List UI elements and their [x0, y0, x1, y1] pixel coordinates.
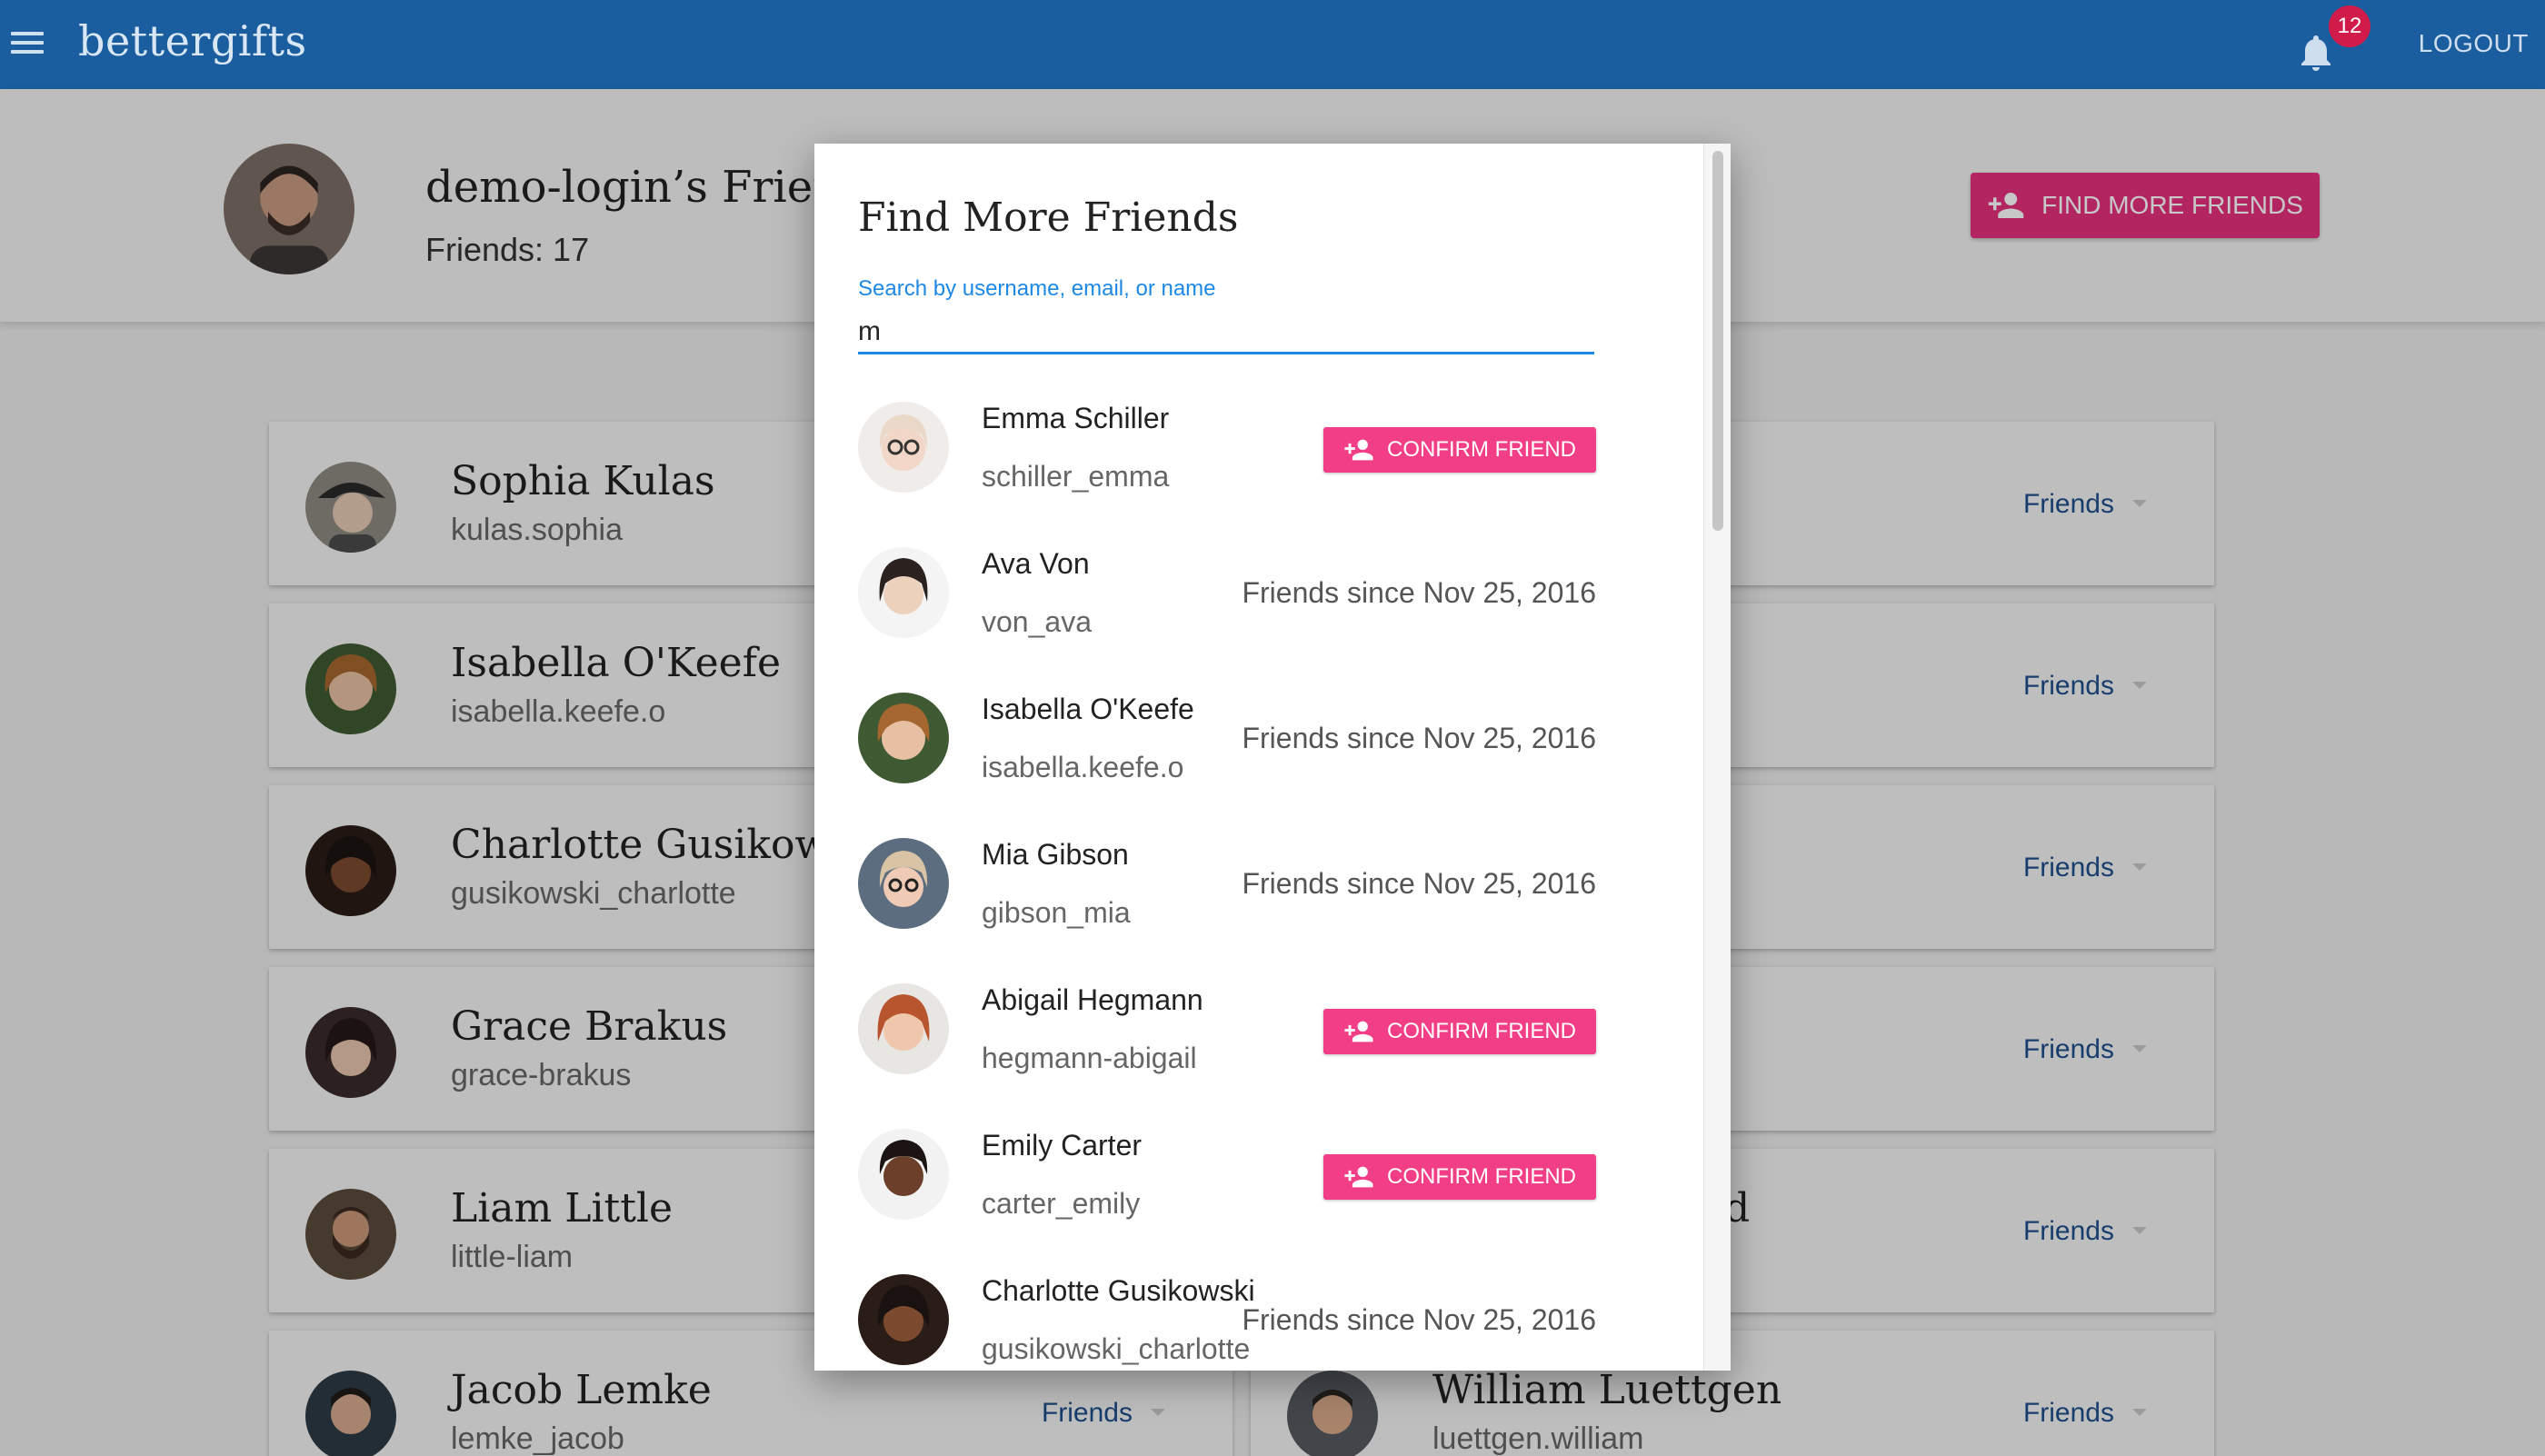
result-name: Abigail Hegmann [982, 983, 1203, 1016]
confirm-friend-button[interactable]: CONFIRM FRIEND [1323, 1154, 1596, 1200]
search-result-row[interactable]: Abigail Hegmann hegmann-abigail CONFIRM … [858, 983, 1596, 1129]
hamburger-menu-icon[interactable] [9, 27, 45, 60]
avatar [858, 983, 949, 1074]
confirm-friend-label: CONFIRM FRIEND [1387, 437, 1576, 462]
scrollbar-thumb[interactable] [1712, 151, 1723, 531]
confirm-friend-button[interactable]: CONFIRM FRIEND [1323, 427, 1596, 473]
friends-since-text: Friends since Nov 25, 2016 [1242, 867, 1596, 900]
result-name: Charlotte Gusikowski [982, 1274, 1255, 1307]
result-username: gibson_mia [982, 896, 1131, 929]
avatar [858, 547, 949, 638]
result-username: von_ava [982, 605, 1092, 638]
search-result-row[interactable]: Mia Gibson gibson_mia Friends since Nov … [858, 838, 1596, 983]
result-name: Ava Von [982, 547, 1090, 580]
avatar [858, 1129, 949, 1220]
result-username: schiller_emma [982, 460, 1170, 493]
search-result-row[interactable]: Emily Carter carter_emily CONFIRM FRIEND [858, 1129, 1596, 1274]
friends-since-text: Friends since Nov 25, 2016 [1242, 1303, 1596, 1336]
search-input[interactable] [858, 307, 1594, 354]
search-label: Search by username, email, or name [858, 276, 1216, 301]
search-result-row[interactable]: Isabella O'Keefe isabella.keefe.o Friend… [858, 693, 1596, 838]
search-result-row[interactable]: Charlotte Gusikowski gusikowski_charlott… [858, 1274, 1596, 1371]
person-add-icon [1344, 439, 1373, 461]
result-name: Emma Schiller [982, 402, 1170, 434]
friends-since-text: Friends since Nov 25, 2016 [1242, 576, 1596, 609]
result-username: hegmann-abigail [982, 1042, 1197, 1074]
avatar [858, 693, 949, 783]
find-friends-dialog: Find More Friends Search by username, em… [814, 144, 1731, 1371]
avatar [858, 838, 949, 929]
dialog-scrollbar[interactable] [1703, 144, 1731, 1371]
avatar [858, 1274, 949, 1365]
result-username: isabella.keefe.o [982, 751, 1184, 783]
brand-logo[interactable]: bettergifts [78, 16, 307, 65]
person-add-icon [1344, 1166, 1373, 1188]
confirm-friend-label: CONFIRM FRIEND [1387, 1019, 1576, 1043]
result-username: carter_emily [982, 1187, 1141, 1220]
result-name: Isabella O'Keefe [982, 693, 1194, 725]
search-result-row[interactable]: Emma Schiller schiller_emma CONFIRM FRIE… [858, 402, 1596, 547]
person-add-icon [1344, 1021, 1373, 1042]
result-name: Mia Gibson [982, 838, 1129, 871]
dialog-title: Find More Friends [858, 194, 1239, 241]
logout-button[interactable]: LOGOUT [2419, 29, 2529, 58]
result-username: gusikowski_charlotte [982, 1332, 1251, 1365]
confirm-friend-label: CONFIRM FRIEND [1387, 1164, 1576, 1189]
result-name: Emily Carter [982, 1129, 1143, 1162]
friends-since-text: Friends since Nov 25, 2016 [1242, 722, 1596, 754]
search-result-row[interactable]: Ava Von von_ava Friends since Nov 25, 20… [858, 547, 1596, 693]
notification-badge[interactable]: 12 [2329, 5, 2370, 47]
confirm-friend-button[interactable]: CONFIRM FRIEND [1323, 1009, 1596, 1054]
app-bar: bettergifts 12 LOGOUT [0, 0, 2545, 89]
avatar [858, 402, 949, 493]
